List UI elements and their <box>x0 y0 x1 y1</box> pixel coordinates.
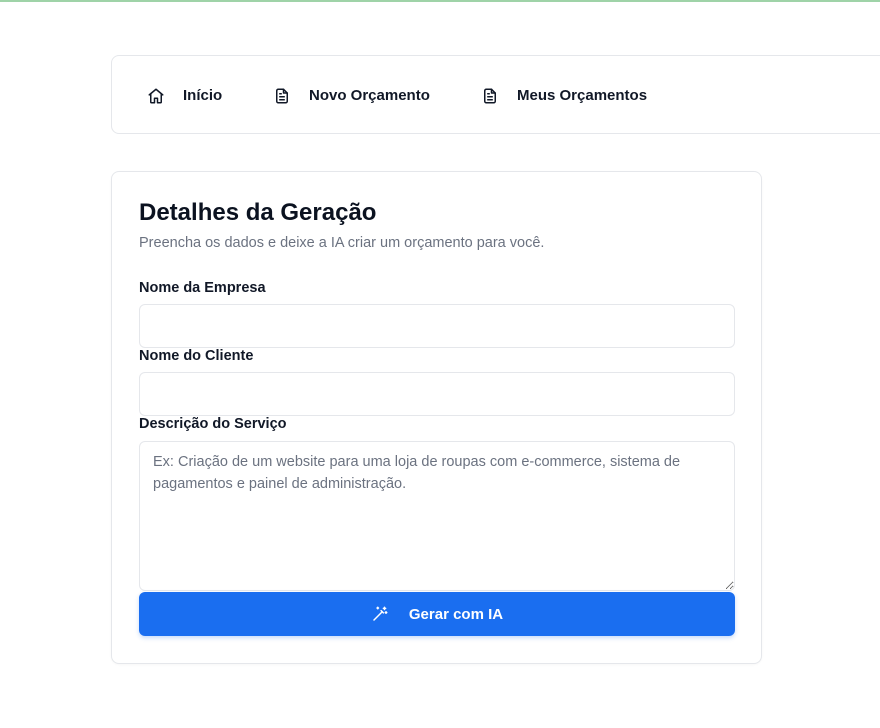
card-subtitle: Preencha os dados e deixe a IA criar um … <box>139 235 545 251</box>
company-name-label: Nome da Empresa <box>139 280 266 296</box>
magic-wand-icon <box>371 605 389 623</box>
nav-item-label: Início <box>183 87 223 104</box>
nav-item-novo-orcamento[interactable]: Novo Orçamento <box>273 56 430 135</box>
generation-details-card: Detalhes da Geração Preencha os dados e … <box>111 171 762 664</box>
service-description-textarea[interactable] <box>139 441 735 591</box>
card-title: Detalhes da Geração <box>139 199 377 226</box>
nav-item-label: Novo Orçamento <box>309 87 430 104</box>
nav-item-meus-orcamentos[interactable]: Meus Orçamentos <box>481 56 647 135</box>
document-icon <box>273 87 291 105</box>
document-icon <box>481 87 499 105</box>
nav-item-inicio[interactable]: Início <box>147 56 222 135</box>
generate-button-label: Gerar com IA <box>408 605 504 623</box>
generate-with-ai-button[interactable]: Gerar com IA <box>139 592 735 636</box>
client-name-label: Nome do Cliente <box>139 348 254 364</box>
top-accent-line <box>0 0 880 2</box>
nav-item-label: Meus Orçamentos <box>517 87 648 104</box>
client-name-input[interactable] <box>139 372 735 416</box>
home-icon <box>147 87 165 105</box>
company-name-input[interactable] <box>139 304 735 348</box>
top-navigation: Início Novo Orçamento Meus Orçamentos <box>111 55 880 134</box>
service-description-label: Descrição do Serviço <box>139 416 287 432</box>
